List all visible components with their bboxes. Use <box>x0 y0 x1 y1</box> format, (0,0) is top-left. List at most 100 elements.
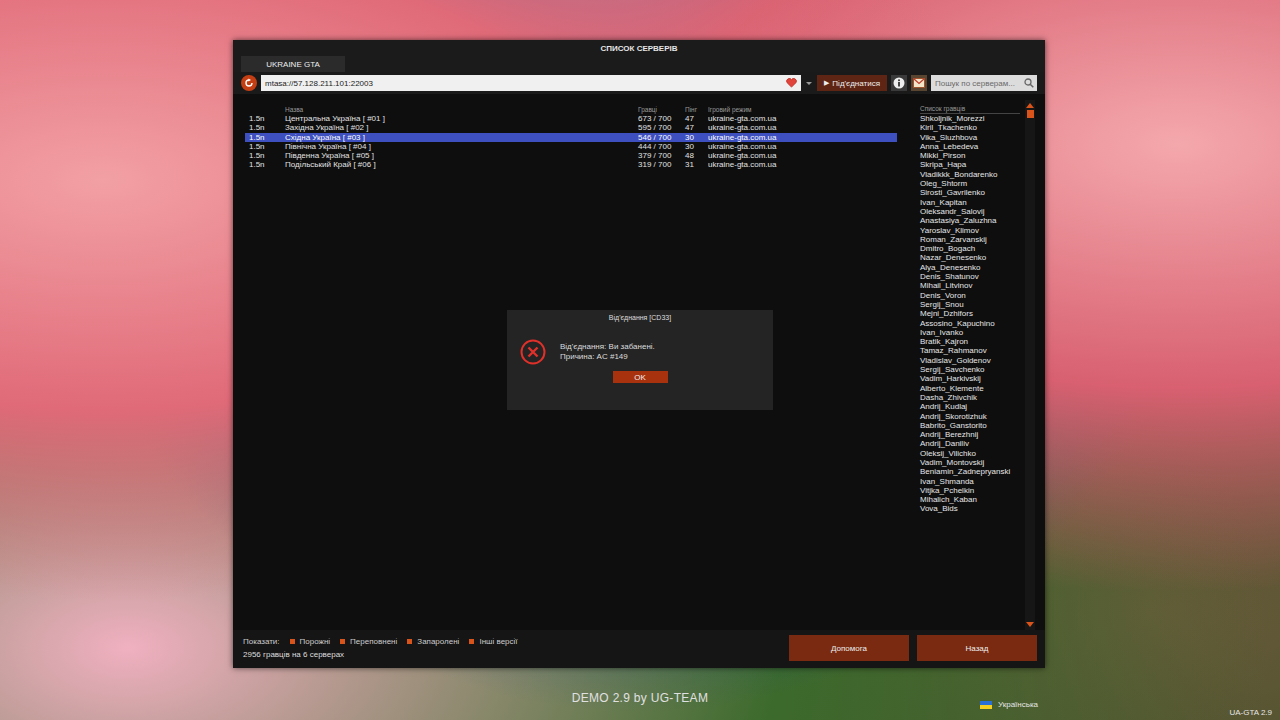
favorite-heart-icon[interactable] <box>786 78 797 88</box>
player-name: Kiril_Tkachenko <box>920 123 1020 132</box>
player-name: Shkoljnik_Morezzi <box>920 114 1020 123</box>
player-name: Vova_Bids <box>920 504 1020 513</box>
play-icon: ▶ <box>824 79 829 87</box>
player-name: Vika_Sluzhbova <box>920 133 1020 142</box>
disconnect-dialog: Від'єднання [CD33] Від'єднання: Ви забане… <box>507 310 773 410</box>
player-name: Nazar_Denesenko <box>920 253 1020 262</box>
scroll-down-icon[interactable] <box>1026 622 1034 628</box>
language-selector[interactable]: Українська <box>980 700 1038 709</box>
server-version: 1.5n <box>249 133 285 142</box>
build-label: UA-GTA 2.9 <box>1229 708 1272 717</box>
server-row[interactable]: 1.5nПівнічна Україна [ #04 ]444 / 70030u… <box>245 142 897 151</box>
filter-checkbox[interactable]: Порожні <box>290 637 331 646</box>
filter-label: Порожні <box>300 637 331 646</box>
refresh-icon <box>244 78 254 88</box>
column-header[interactable]: Гравці <box>638 106 685 113</box>
player-name: Vadim_Montovskij <box>920 458 1020 467</box>
player-name: Andrij_Kudlaj <box>920 402 1020 411</box>
dialog-line: Причина: AC #149 <box>560 352 655 362</box>
mail-button[interactable] <box>911 75 927 91</box>
player-name: Ivan_Kapitan <box>920 198 1020 207</box>
player-name: Sergij_Savchenko <box>920 365 1020 374</box>
player-name: Oleg_Shtorm <box>920 179 1020 188</box>
player-name: Denis_Voron <box>920 291 1020 300</box>
player-list-title: Список гравців <box>920 100 1020 114</box>
filter-checkbox[interactable]: Запаролені <box>407 637 459 646</box>
server-name: Північна Україна [ #04 ] <box>285 142 638 151</box>
info-icon <box>893 77 905 89</box>
server-row[interactable]: 1.5nЦентральна Україна [ #01 ]673 / 7004… <box>245 114 897 123</box>
player-name: Oleksandr_Salovij <box>920 207 1020 216</box>
server-name: Західна Україна [ #02 ] <box>285 123 638 132</box>
table-header: НазваГравціПінгІгровий режим <box>245 100 897 114</box>
dialog-message: Від'єднання: Ви забанені.Причина: AC #14… <box>560 342 655 362</box>
server-players: 319 / 700 <box>638 160 685 169</box>
dialog-line: Від'єднання: Ви забанені. <box>560 342 655 352</box>
player-name: Andrij_Daniliv <box>920 439 1020 448</box>
server-mode: ukraine-gta.com.ua <box>708 123 897 132</box>
server-row[interactable]: 1.5nСхідна Україна [ #03 ]546 / 70030ukr… <box>245 133 897 142</box>
filter-checkbox[interactable]: Переповнені <box>340 637 397 646</box>
server-players: 595 / 700 <box>638 123 685 132</box>
player-name: Vitjka_Pchelkin <box>920 486 1020 495</box>
address-text: mtasa://57.128.211.101:22003 <box>265 79 373 88</box>
player-name: Mihalich_Kaban <box>920 495 1020 504</box>
player-name: Mihail_Litvinov <box>920 281 1020 290</box>
window-title: СПИСОК СЕРВЕРІВ <box>233 40 1045 56</box>
server-row[interactable]: 1.5nПівденна Україна [ #05 ]379 / 70048u… <box>245 151 897 160</box>
refresh-button[interactable] <box>241 75 257 91</box>
scrollbar[interactable] <box>1025 100 1035 630</box>
server-version: 1.5n <box>249 123 285 132</box>
player-name: Mejni_Dzhifors <box>920 309 1020 318</box>
dialog-title: Від'єднання [CD33] <box>609 310 671 321</box>
server-mode: ukraine-gta.com.ua <box>708 160 897 169</box>
server-version: 1.5n <box>249 160 285 169</box>
checkbox-mark <box>290 639 295 644</box>
column-header[interactable]: Пінг <box>685 106 708 113</box>
column-header[interactable]: Ігровий режим <box>708 106 897 113</box>
player-name: Denis_Shatunov <box>920 272 1020 281</box>
player-name: Dmitro_Bogach <box>920 244 1020 253</box>
player-name: Dasha_Zhivchik <box>920 393 1020 402</box>
column-header[interactable]: Назва <box>285 106 638 113</box>
player-name: Oleksij_Vilichko <box>920 449 1020 458</box>
server-mode: ukraine-gta.com.ua <box>708 114 897 123</box>
tab[interactable]: UKRAINE GTA <box>241 56 345 72</box>
address-field[interactable]: mtasa://57.128.211.101:22003 <box>261 75 801 91</box>
filter-checkbox[interactable]: Інші версії <box>469 637 517 646</box>
player-name: Ivan_Ivanko <box>920 328 1020 337</box>
server-name: Східна Україна [ #03 ] <box>285 133 638 142</box>
server-version: 1.5n <box>249 142 285 151</box>
filters-label: Показати: <box>243 637 280 646</box>
bottom-button[interactable]: Допомога <box>789 635 909 661</box>
bottom-button[interactable]: Назад <box>917 635 1037 661</box>
filter-label: Інші версії <box>479 637 517 646</box>
status-text: 2956 гравців на 6 серверах <box>243 650 789 659</box>
player-name: Vadim_Harkivskij <box>920 374 1020 383</box>
server-row[interactable]: 1.5nПодільський Край [ #06 ]319 / 70031u… <box>245 160 897 169</box>
filter-label: Переповнені <box>350 637 397 646</box>
info-button[interactable] <box>891 75 907 91</box>
screen: СПИСОК СЕРВЕРІВUKRAINE GTA mtasa://57.128… <box>0 0 1280 720</box>
ok-button[interactable]: OK <box>613 371 668 383</box>
checkbox-mark <box>469 639 474 644</box>
player-name: Vladislav_Goldenov <box>920 356 1020 365</box>
dropdown-arrow-icon[interactable] <box>805 75 813 91</box>
scroll-thumb[interactable] <box>1027 110 1034 118</box>
server-ping: 47 <box>685 114 708 123</box>
filter-label: Запаролені <box>417 637 459 646</box>
checkbox-mark <box>340 639 345 644</box>
player-name: Beniamin_Zadnepryanski <box>920 467 1020 476</box>
server-players: 444 / 700 <box>638 142 685 151</box>
player-name: Bratik_Kajron <box>920 337 1020 346</box>
player-name: Ivan_Shmanda <box>920 477 1020 486</box>
server-row[interactable]: 1.5nЗахідна Україна [ #02 ]595 / 70047uk… <box>245 123 897 132</box>
filters: Показати: Порожні Переповнені Запаролені Інш… <box>243 637 789 646</box>
version-label: DEMO 2.9 by UG-TEAM <box>0 691 1280 705</box>
player-name: Alya_Denesenko <box>920 263 1020 272</box>
scroll-up-icon[interactable] <box>1026 102 1034 108</box>
connect-button[interactable]: ▶Під'єднатися <box>817 75 887 91</box>
ukraine-flag-icon <box>980 701 992 709</box>
player-name: Andrij_Skorotizhuk <box>920 412 1020 421</box>
search-field[interactable]: Пошук по серверам... <box>931 75 1037 91</box>
